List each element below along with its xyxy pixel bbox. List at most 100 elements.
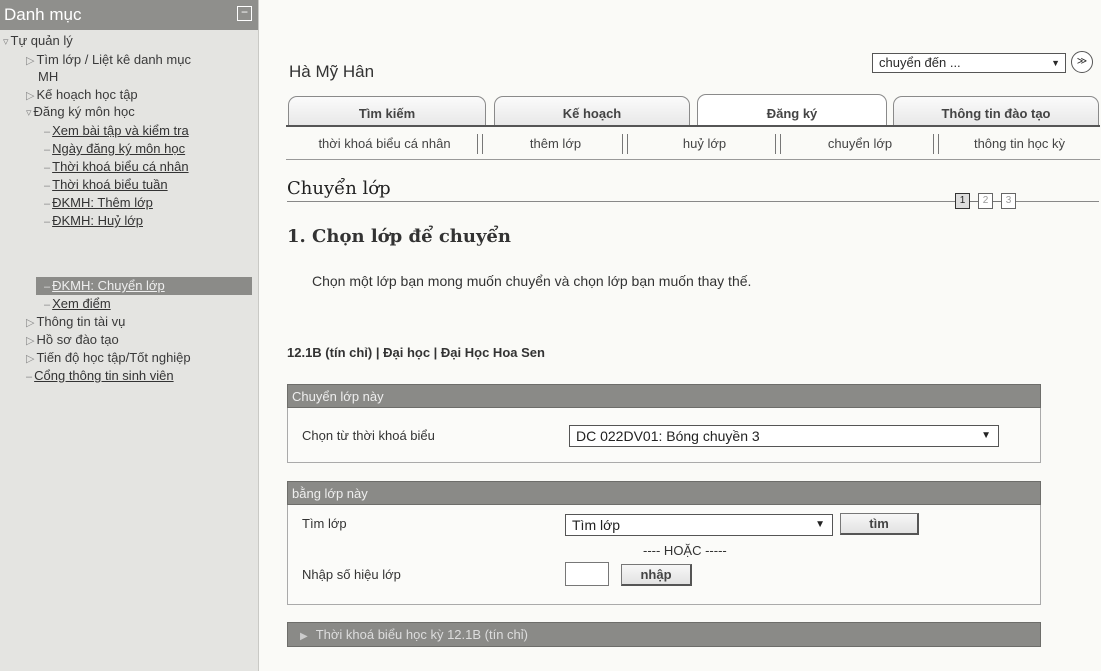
subtab-label: thêm lớp <box>529 136 582 151</box>
leaf-dash-icon: – <box>44 299 51 311</box>
tree-item-registration-date[interactable]: – Ngày đăng ký môn học <box>44 141 185 158</box>
collapsed-icon: ▷ <box>26 90 35 102</box>
tree-item-label: Tiến độ học tập/Tốt nghiệp <box>36 350 191 365</box>
expand-arrow-icon: ▶ <box>300 631 308 642</box>
find-class-value: Tìm lớp <box>572 517 621 533</box>
tree-item-course-registration[interactable]: ▿ Đăng ký môn học <box>26 104 135 121</box>
tree-item-transfer-class[interactable]: – ĐKMH: Chuyển lớp <box>44 278 165 295</box>
panel-from-body: Chọn từ thời khoá biểu DC 022DV01: Bóng … <box>287 408 1041 463</box>
subtab-divider <box>286 159 1100 160</box>
tree-item-personal-timetable[interactable]: – Thời khoá biểu cá nhân <box>44 159 189 176</box>
leaf-dash-icon: – <box>44 144 51 156</box>
panel-to-header: bằng lớp này <box>287 481 1041 505</box>
tree-item-label: Xem bài tập và kiểm tra <box>52 123 189 138</box>
leaf-dash-icon: – <box>26 371 33 383</box>
term-timetable-label: Thời khoá biểu học kỳ 12.1B (tín chỉ) <box>315 627 529 642</box>
tree-item-label: Tìm lớp / Liệt kê danh mục <box>36 52 191 67</box>
step-1: 1 <box>955 193 970 209</box>
leaf-dash-icon: – <box>44 216 51 228</box>
tree-item-label: Đăng ký môn học <box>33 104 135 119</box>
tree-item-assignments[interactable]: – Xem bài tập và kiểm tra <box>44 123 189 140</box>
tree-item-add-class[interactable]: – ĐKMH: Thêm lớp <box>44 195 153 212</box>
from-timetable-label: Chọn từ thời khoá biểu <box>302 428 435 443</box>
tree-item-label: ĐKMH: Chuyển lớp <box>52 278 165 293</box>
step-3: 3 <box>1001 193 1016 209</box>
collapsed-icon: ▷ <box>26 55 35 67</box>
collapsed-icon: ▷ <box>26 353 35 365</box>
dropdown-arrow-icon: ▼ <box>1051 58 1060 68</box>
tree-item-self-manage[interactable]: ▿ Tự quản lý <box>3 33 73 50</box>
tree-item-cancel-class[interactable]: – ĐKMH: Huỷ lớp <box>44 213 143 230</box>
class-code-input[interactable] <box>565 562 609 586</box>
tree-item-progress[interactable]: ▷ Tiến độ học tập/Tốt nghiệp <box>26 350 191 367</box>
subtab-add-class[interactable]: thêm lớp <box>483 131 628 157</box>
tab-plan[interactable]: Kế hoạch <box>494 96 690 125</box>
panel-to-body: Tìm lớp Tìm lớp ▼ tìm ---- HOẶC ----- Nh… <box>287 505 1041 605</box>
subtab-cancel-class[interactable]: huỷ lớp <box>628 131 781 157</box>
go-icon[interactable]: ≫ <box>1071 51 1093 73</box>
enter-button[interactable]: nhập <box>621 564 692 586</box>
tab-training-info[interactable]: Thông tin đào tạo <box>893 96 1099 125</box>
enter-class-code-label: Nhập số hiệu lớp <box>302 567 401 582</box>
tree-item-find-class-cont[interactable]: MH <box>38 69 58 85</box>
page-title: Chuyển lớp <box>287 178 391 199</box>
tree-item-finance[interactable]: ▷ Thông tin tài vụ <box>26 314 125 331</box>
tree-item-label: ĐKMH: Thêm lớp <box>52 195 153 210</box>
from-timetable-value: DC 022DV01: Bóng chuyền 3 <box>576 428 760 444</box>
find-class-label: Tìm lớp <box>302 516 347 531</box>
tree-item-label: Kế hoạch học tập <box>36 87 138 102</box>
find-class-select[interactable]: Tìm lớp ▼ <box>565 514 833 536</box>
instruction-text: Chọn một lớp bạn mong muốn chuyển và chọ… <box>312 273 752 289</box>
tree-item-label: ĐKMH: Huỷ lớp <box>52 213 143 228</box>
or-separator: ---- HOẶC ----- <box>643 543 727 558</box>
jump-to-select[interactable]: chuyển đến ... ▼ <box>872 53 1066 73</box>
tree-item-label: Thông tin tài vụ <box>36 314 126 329</box>
tab-search[interactable]: Tìm kiếm <box>288 96 486 125</box>
sidebar-header: Danh mục − <box>0 0 258 30</box>
user-name: Hà Mỹ Hân <box>289 62 375 81</box>
leaf-dash-icon: – <box>44 198 51 210</box>
step-connector <box>970 201 978 202</box>
tree-item-training-records[interactable]: ▷ Hồ sơ đào tạo <box>26 332 119 349</box>
tree-item-student-portal[interactable]: – Cổng thông tin sinh viên <box>26 368 174 385</box>
subtab-label: huỷ lớp <box>682 136 727 151</box>
collapsed-icon: ▷ <box>26 335 35 347</box>
jump-to-value: chuyển đến ... <box>879 55 961 70</box>
sidebar-title: Danh mục <box>4 5 82 24</box>
course-info: 12.1B (tín chỉ) | Đại học | Đại Học Hoa … <box>287 345 545 360</box>
section-title: 1. Chọn lớp để chuyển <box>287 226 511 247</box>
tree-item-label: Hồ sơ đào tạo <box>36 332 119 347</box>
step-2: 2 <box>978 193 993 209</box>
tree-item-label: Thời khoá biểu cá nhân <box>52 159 189 174</box>
subtab-label: thời khoá biểu cá nhân <box>318 136 451 151</box>
tree-item-label: Thời khoá biểu tuần <box>52 177 168 192</box>
collapse-icon[interactable]: − <box>237 6 252 21</box>
tree-item-view-grades[interactable]: – Xem điểm <box>44 296 111 313</box>
tree-item-label: Ngày đăng ký môn học <box>52 141 186 156</box>
tree-item-weekly-timetable[interactable]: – Thời khoá biểu tuần <box>44 177 168 194</box>
dropdown-arrow-icon: ▼ <box>981 430 991 441</box>
panel-from-header: Chuyển lớp này <box>287 384 1041 408</box>
tree-item-study-plan[interactable]: ▷ Kế hoạch học tập <box>26 87 138 104</box>
tab-bar-divider <box>286 125 1100 127</box>
find-button[interactable]: tìm <box>840 513 919 535</box>
subtab-transfer-class[interactable]: chuyển lớp <box>781 131 939 157</box>
sidebar: Danh mục − ▿ Tự quản lý ▷ Tìm lớp / Liệt k… <box>0 0 259 671</box>
tab-register[interactable]: Đăng ký <box>697 94 887 127</box>
expanded-icon: ▿ <box>26 107 32 119</box>
term-timetable-toggle[interactable]: ▶ Thời khoá biểu học kỳ 12.1B (tín chỉ) <box>287 622 1041 647</box>
subtab-label: thông tin học kỳ <box>973 136 1066 151</box>
subtab-bar: thời khoá biểu cá nhân thêm lớp huỷ lớp … <box>286 131 1100 159</box>
from-timetable-select[interactable]: DC 022DV01: Bóng chuyền 3 ▼ <box>569 425 999 447</box>
tree-item-find-class[interactable]: ▷ Tìm lớp / Liệt kê danh mục <box>26 52 191 69</box>
leaf-dash-icon: – <box>44 126 51 138</box>
leaf-dash-icon: – <box>44 180 51 192</box>
leaf-dash-icon: – <box>44 162 51 174</box>
subtab-personal-timetable[interactable]: thời khoá biểu cá nhân <box>286 131 483 157</box>
leaf-dash-icon: – <box>44 281 51 293</box>
tree-item-label: Cổng thông tin sinh viên <box>34 368 174 383</box>
tree-item-label: Xem điểm <box>52 296 111 311</box>
step-connector <box>993 201 1001 202</box>
tree-item-label: Tự quản lý <box>10 33 73 48</box>
subtab-term-info[interactable]: thông tin học kỳ <box>939 131 1100 157</box>
